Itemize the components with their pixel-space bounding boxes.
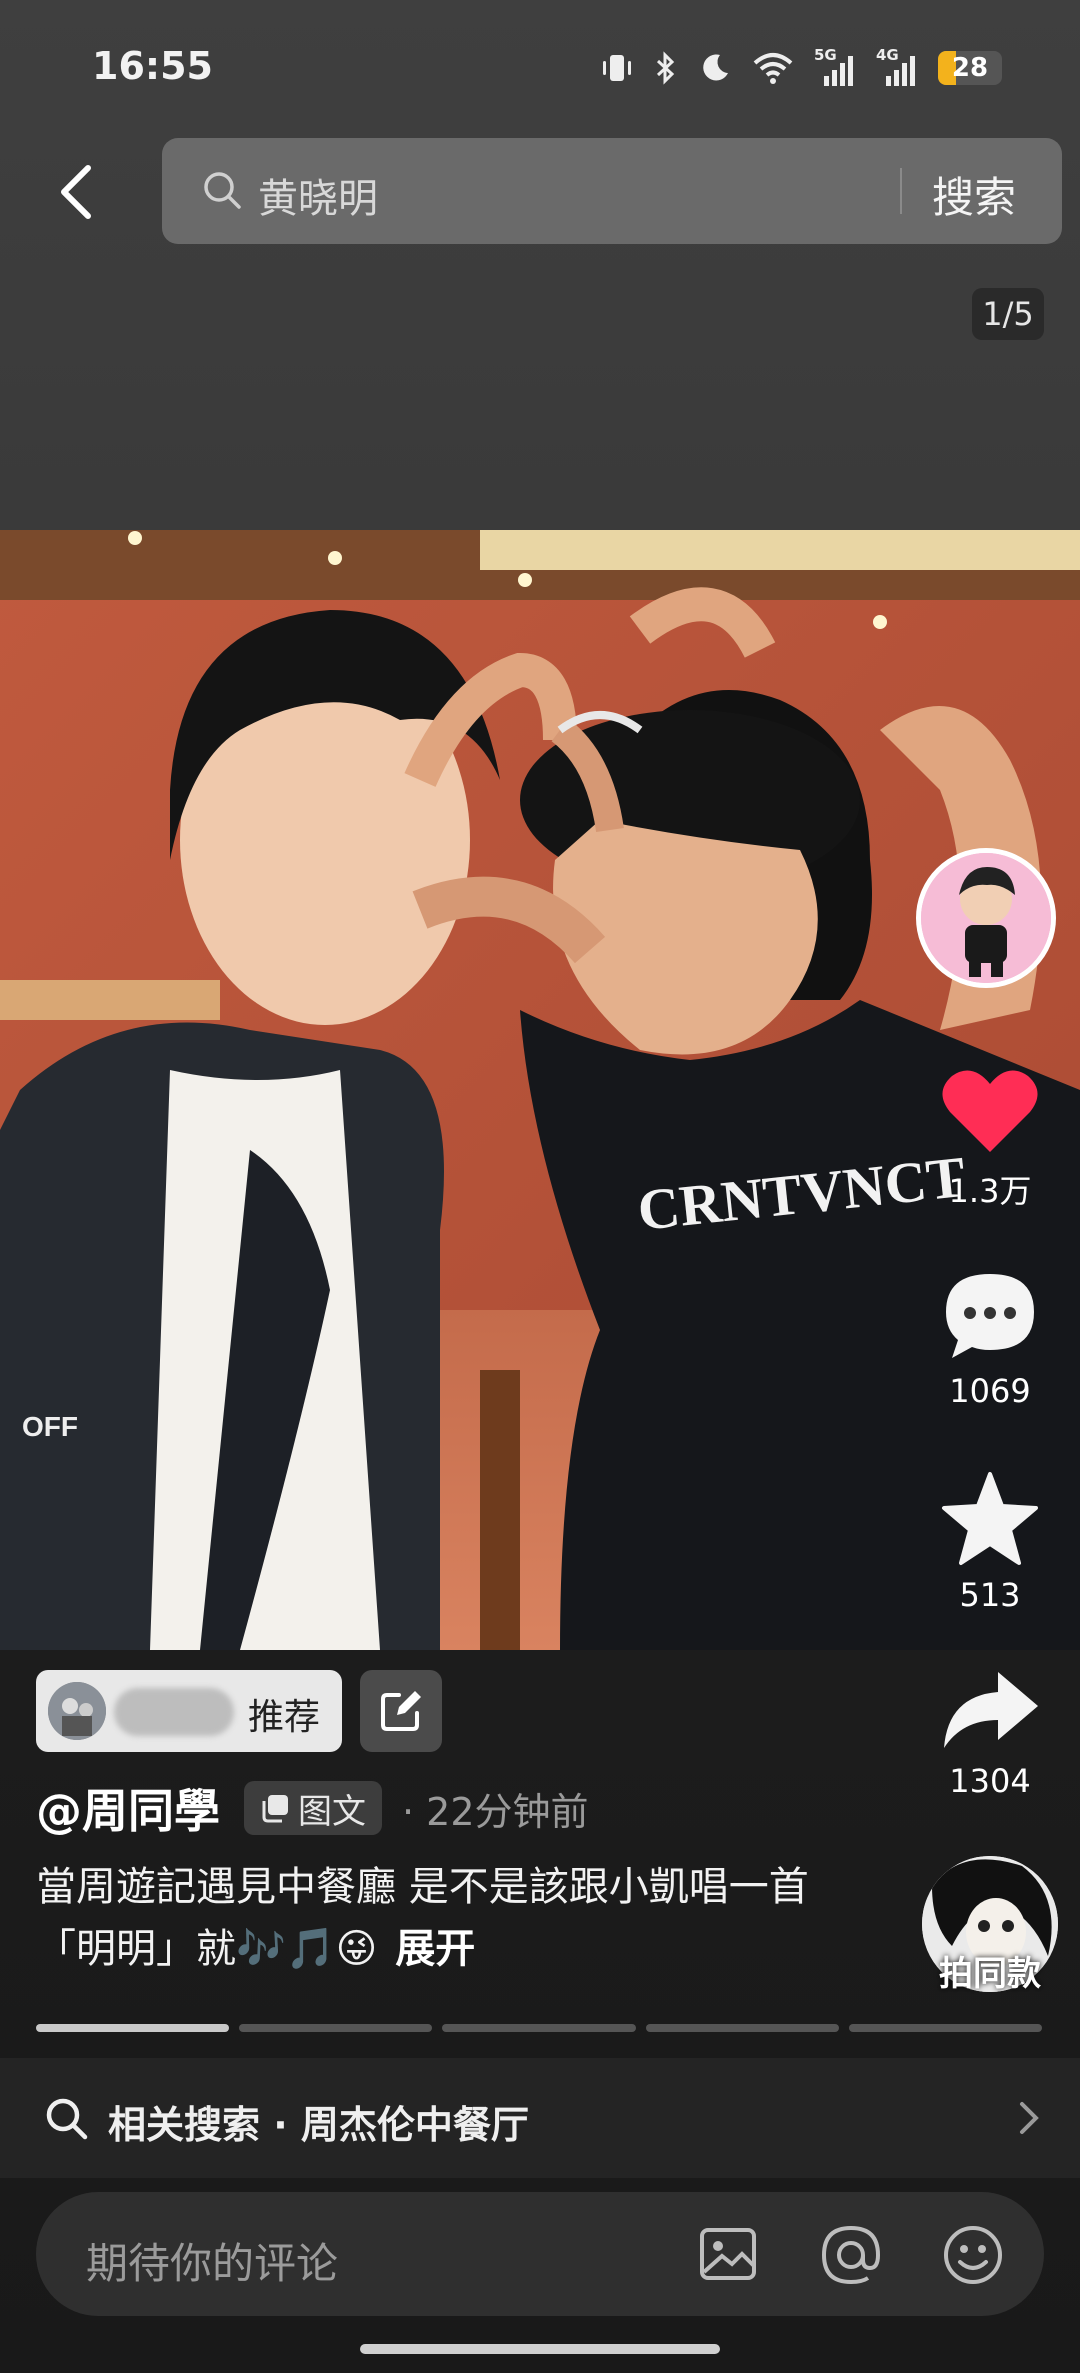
vibrate-icon [603, 55, 631, 81]
back-button[interactable] [48, 160, 104, 224]
image-text-icon [262, 1795, 288, 1823]
wifi-icon [753, 53, 793, 84]
battery-icon: 28 [938, 51, 1002, 85]
progress-segment [442, 2024, 636, 2032]
share-count: 1304 [949, 1762, 1031, 1800]
screen: 16:55 5G 4G 28 黄晓明 搜索 1/5 OFF CRNTVNCT 1… [0, 0, 1080, 2373]
post-type-tag: 图文 [244, 1781, 382, 1835]
comment-icon [946, 1274, 1034, 1358]
related-search[interactable]: 相关搜索 · 周杰伦中餐厅 [0, 2058, 1080, 2178]
creator-avatar-illustration [921, 853, 1051, 983]
favorite-action[interactable]: 513 [920, 1470, 1060, 1614]
search-button[interactable]: 搜索 [932, 164, 1016, 225]
image-icon[interactable] [698, 2224, 758, 2284]
post-caption[interactable]: 當周遊記遇見中餐廳 是不是該跟小凱唱一首「明明」就🎶🎵😜 展开 [36, 1856, 876, 1980]
post-meta: @周同學 图文 · 22分钟前 [36, 1778, 589, 1838]
bluetooth-icon [656, 51, 675, 85]
signal-5g-icon: 5G [814, 46, 856, 86]
progress-segment [645, 2024, 839, 2032]
favorite-count: 513 [959, 1576, 1021, 1614]
search-icon [46, 2098, 88, 2140]
image-progress [36, 2024, 1043, 2032]
like-action[interactable]: 1.3万 [920, 1066, 1060, 1212]
expand-button[interactable]: 展开 [395, 1926, 475, 1972]
recommend-chip[interactable]: 推荐 [36, 1670, 342, 1752]
blurred-username [114, 1688, 234, 1736]
status-bar: 16:55 5G 4G 28 [0, 0, 1080, 140]
status-icons: 5G 4G 28 [600, 46, 1002, 88]
search-query[interactable]: 黄晓明 [258, 166, 378, 224]
search-divider [900, 168, 902, 214]
search-bar[interactable]: 黄晓明 搜索 [162, 138, 1062, 244]
share-icon [944, 1672, 1038, 1748]
like-count: 1.3万 [948, 1172, 1032, 1210]
signal-4g-icon: 4G [876, 46, 918, 86]
svg-text:OFF: OFF [22, 1411, 78, 1442]
author-name[interactable]: @周同學 [36, 1775, 220, 1841]
comment-bar[interactable]: 期待你的评论 [36, 2192, 1044, 2316]
moon-icon [703, 54, 728, 81]
post-photo[interactable]: OFF CRNTVNCT [0, 530, 1080, 1650]
home-indicator [360, 2344, 720, 2354]
comment-input[interactable]: 期待你的评论 [86, 2230, 338, 2291]
progress-segment [848, 2024, 1043, 2032]
back-arrow-icon [61, 165, 91, 219]
creator-avatar[interactable] [916, 848, 1056, 988]
emoji-icon[interactable] [942, 2224, 1004, 2286]
photo-illustration: OFF CRNTVNCT [0, 530, 1080, 1650]
status-time: 16:55 [92, 44, 213, 88]
same-style-button[interactable]: 拍同款 [920, 1856, 1060, 1994]
related-search-text: 相关搜索 · 周杰伦中餐厅 [108, 2103, 529, 2147]
edit-button[interactable] [360, 1670, 442, 1752]
heart-icon [942, 1070, 1038, 1152]
recommender-avatar [48, 1682, 106, 1740]
recommend-label: 推荐 [248, 1697, 321, 1738]
mention-icon[interactable] [820, 2224, 882, 2286]
post-time: · 22分钟前 [402, 1789, 589, 1834]
comment-count: 1069 [949, 1372, 1031, 1410]
post-type-label: 图文 [298, 1791, 366, 1832]
same-style-label: 拍同款 [939, 1954, 1041, 1994]
comment-action[interactable]: 1069 [920, 1270, 1060, 1410]
progress-segment [239, 2024, 433, 2032]
chevron-right-icon [1020, 2102, 1039, 2134]
search-icon [204, 172, 241, 209]
progress-segment [36, 2024, 230, 2032]
page-counter: 1/5 [972, 288, 1044, 340]
battery-level: 28 [951, 53, 989, 83]
star-icon [942, 1472, 1038, 1565]
share-action[interactable]: 1304 [920, 1668, 1060, 1800]
edit-icon [381, 1691, 421, 1731]
